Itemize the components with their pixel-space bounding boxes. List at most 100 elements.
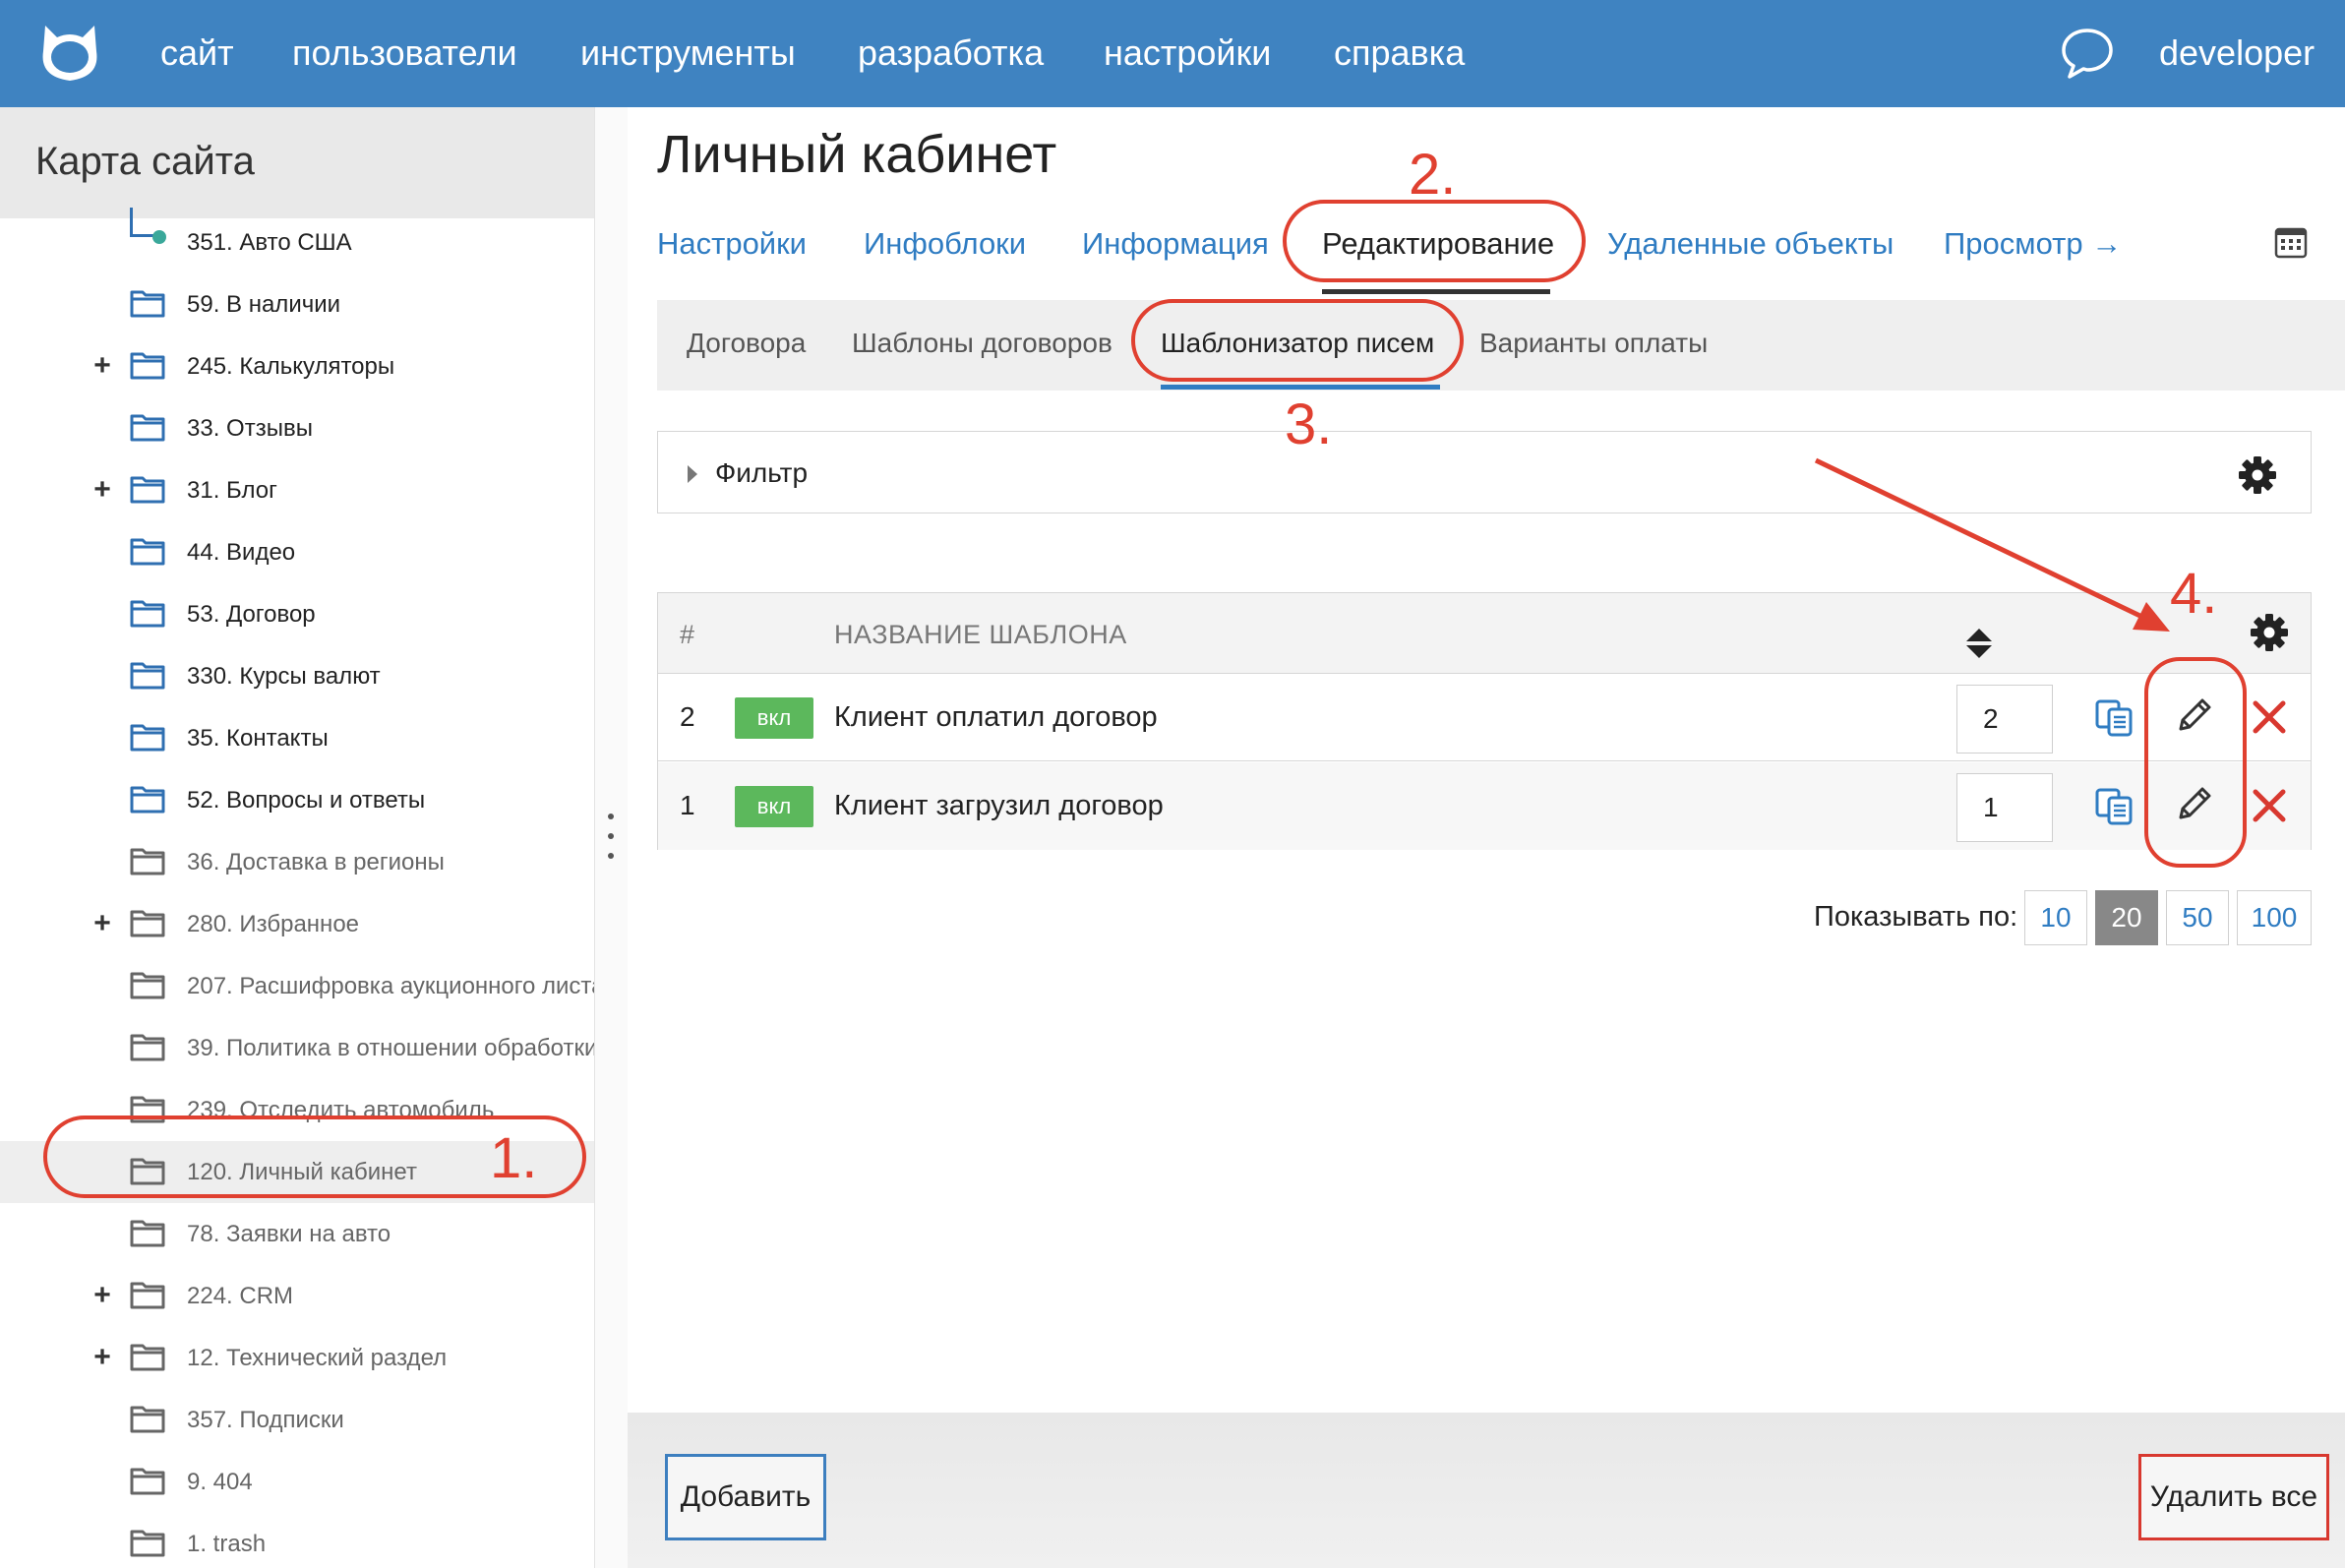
row-number: 1: [680, 790, 695, 820]
tab-preview[interactable]: Просмотр →: [1944, 224, 2122, 264]
sidebar-tree-item-label: 12. Технический раздел: [187, 1345, 448, 1371]
expand-icon[interactable]: +: [90, 909, 114, 938]
delete-all-button[interactable]: Удалить все: [2138, 1454, 2329, 1540]
expand-icon[interactable]: +: [90, 475, 114, 505]
pencil-icon[interactable]: [2173, 695, 2214, 737]
sort-order-input[interactable]: [1956, 773, 2053, 842]
sidebar-tree-item[interactable]: +245. Калькуляторы: [0, 335, 594, 397]
logo-icon[interactable]: [35, 22, 104, 87]
subtab-email-templater[interactable]: Шаблонизатор писем: [1161, 326, 1434, 361]
sidebar-tree-item[interactable]: 207. Расшифровка аукционного листа: [0, 955, 594, 1017]
sidebar-tree-item[interactable]: 351. Авто США: [0, 208, 594, 273]
folder-icon: [130, 1468, 165, 1495]
sidebar-tree-item-label: 31. Блог: [187, 477, 277, 504]
sidebar-tree-item[interactable]: 9. 404: [0, 1451, 594, 1513]
page-size-10[interactable]: 10: [2024, 890, 2087, 945]
copy-icon[interactable]: [2094, 698, 2135, 738]
row-number: 2: [680, 701, 695, 732]
folder-icon: [130, 1034, 165, 1061]
pencil-icon[interactable]: [2173, 784, 2214, 825]
sort-icon[interactable]: [1964, 627, 1994, 660]
status-dot-icon: [152, 230, 166, 244]
topnav-site[interactable]: сайт: [160, 28, 234, 79]
expand-icon[interactable]: +: [90, 1343, 114, 1372]
annotation-step-1: 1.: [490, 1126, 538, 1190]
sort-order-input[interactable]: [1956, 685, 2053, 754]
sitemap-sidebar: Карта сайта 351. Авто США 59. В наличии +2…: [0, 107, 594, 1568]
sidebar-tree-item[interactable]: +224. CRM: [0, 1265, 594, 1327]
column-header-name[interactable]: НАЗВАНИЕ ШАБЛОНА: [834, 617, 1127, 652]
sidebar-tree-item-label: 357. Подписки: [187, 1407, 344, 1433]
copy-icon[interactable]: [2094, 787, 2135, 826]
sidebar-tree-item[interactable]: 39. Политика в отношении обработки: [0, 1017, 594, 1079]
folder-icon: [130, 1220, 165, 1247]
sidebar-tree-item-label: 59. В наличии: [187, 291, 341, 318]
subtab-payment-options[interactable]: Варианты оплаты: [1479, 326, 1708, 361]
sidebar-resize-handle[interactable]: [594, 107, 628, 1568]
sidebar-tree-item[interactable]: 330. Курсы валют: [0, 645, 594, 707]
sidebar-tree-item[interactable]: 52. Вопросы и ответы: [0, 769, 594, 831]
gear-icon[interactable]: [2238, 455, 2277, 495]
delete-icon[interactable]: [2250, 786, 2289, 825]
chat-icon[interactable]: [2060, 26, 2115, 81]
sidebar-tree-item-label: 78. Заявки на авто: [187, 1221, 391, 1247]
page-size-50[interactable]: 50: [2166, 890, 2229, 945]
page-title: Личный кабинет: [657, 125, 1057, 184]
template-name[interactable]: Клиент загрузил договор: [834, 788, 1164, 823]
sidebar-tree-item[interactable]: 59. В наличии: [0, 273, 594, 335]
tab-infoblocks[interactable]: Инфоблоки: [864, 224, 1026, 264]
tab-information[interactable]: Информация: [1082, 224, 1269, 264]
tab-settings[interactable]: Настройки: [657, 224, 807, 264]
topnav-settings[interactable]: настройки: [1104, 28, 1271, 79]
annotation-step-2: 2.: [1409, 143, 1457, 207]
sidebar-tree-item[interactable]: +280. Избранное: [0, 893, 594, 955]
folder-icon: [130, 600, 165, 628]
filter-panel[interactable]: Фильтр: [657, 431, 2312, 513]
page-size-100[interactable]: 100: [2237, 890, 2312, 945]
topnav-users[interactable]: пользователи: [292, 28, 517, 79]
subtab-contract-templates[interactable]: Шаблоны договоров: [852, 326, 1112, 361]
sidebar-tree-item-label: 280. Избранное: [187, 911, 360, 937]
topnav-development[interactable]: разработка: [858, 28, 1044, 79]
expand-icon[interactable]: +: [90, 351, 114, 381]
sidebar-tree-item-label: 1. trash: [187, 1531, 267, 1557]
sidebar-tree-item[interactable]: 36. Доставка в регионы: [0, 831, 594, 893]
calendar-icon[interactable]: [2274, 226, 2308, 260]
add-button[interactable]: Добавить: [665, 1454, 826, 1540]
active-subtab-indicator: [1161, 385, 1440, 390]
expand-icon[interactable]: +: [90, 1281, 114, 1310]
sidebar-tree-item[interactable]: 44. Видео: [0, 521, 594, 583]
topnav-tools[interactable]: инструменты: [580, 28, 796, 79]
template-name[interactable]: Клиент оплатил договор: [834, 699, 1158, 735]
tab-editing[interactable]: Редактирование: [1322, 224, 1554, 264]
filter-toggle[interactable]: Фильтр: [715, 455, 808, 491]
table-row[interactable]: 2 вкл Клиент оплатил договор: [658, 674, 2311, 761]
sidebar-tree-item[interactable]: 53. Договор: [0, 583, 594, 645]
sidebar-tree-item[interactable]: 1. trash: [0, 1513, 594, 1568]
delete-icon[interactable]: [2250, 697, 2289, 737]
topnav-help[interactable]: справка: [1334, 28, 1465, 79]
column-header-number[interactable]: #: [680, 617, 695, 652]
action-footer: Добавить Удалить все: [628, 1413, 2345, 1568]
caret-right-icon: [688, 465, 697, 483]
sidebar-tree-item-label: 224. CRM: [187, 1283, 294, 1309]
status-badge[interactable]: вкл: [735, 697, 813, 739]
sidebar-tree-item[interactable]: 357. Подписки: [0, 1389, 594, 1451]
sidebar-tree-item[interactable]: +31. Блог: [0, 459, 594, 521]
status-badge[interactable]: вкл: [735, 786, 813, 827]
sidebar-tree-item[interactable]: 78. Заявки на авто: [0, 1203, 594, 1265]
sidebar-tree-item-label: 52. Вопросы и ответы: [187, 787, 426, 814]
table-row[interactable]: 1 вкл Клиент загрузил договор: [658, 762, 2311, 850]
sidebar-tree-item-label: 35. Контакты: [187, 725, 329, 752]
sidebar-tree-item[interactable]: +12. Технический раздел: [0, 1327, 594, 1389]
folder-icon: [130, 538, 165, 566]
folder-icon: [130, 662, 165, 690]
sidebar-tree-item[interactable]: 33. Отзывы: [0, 397, 594, 459]
user-menu[interactable]: developer: [2159, 28, 2315, 79]
drag-handle-icon: [608, 814, 616, 863]
sidebar-tree-item[interactable]: 35. Контакты: [0, 707, 594, 769]
page-size-20[interactable]: 20: [2095, 890, 2158, 945]
table-settings-gear-icon[interactable]: [2250, 613, 2289, 652]
tab-deleted-objects[interactable]: Удаленные объекты: [1607, 224, 1894, 264]
subtab-contracts[interactable]: Договора: [687, 326, 806, 361]
